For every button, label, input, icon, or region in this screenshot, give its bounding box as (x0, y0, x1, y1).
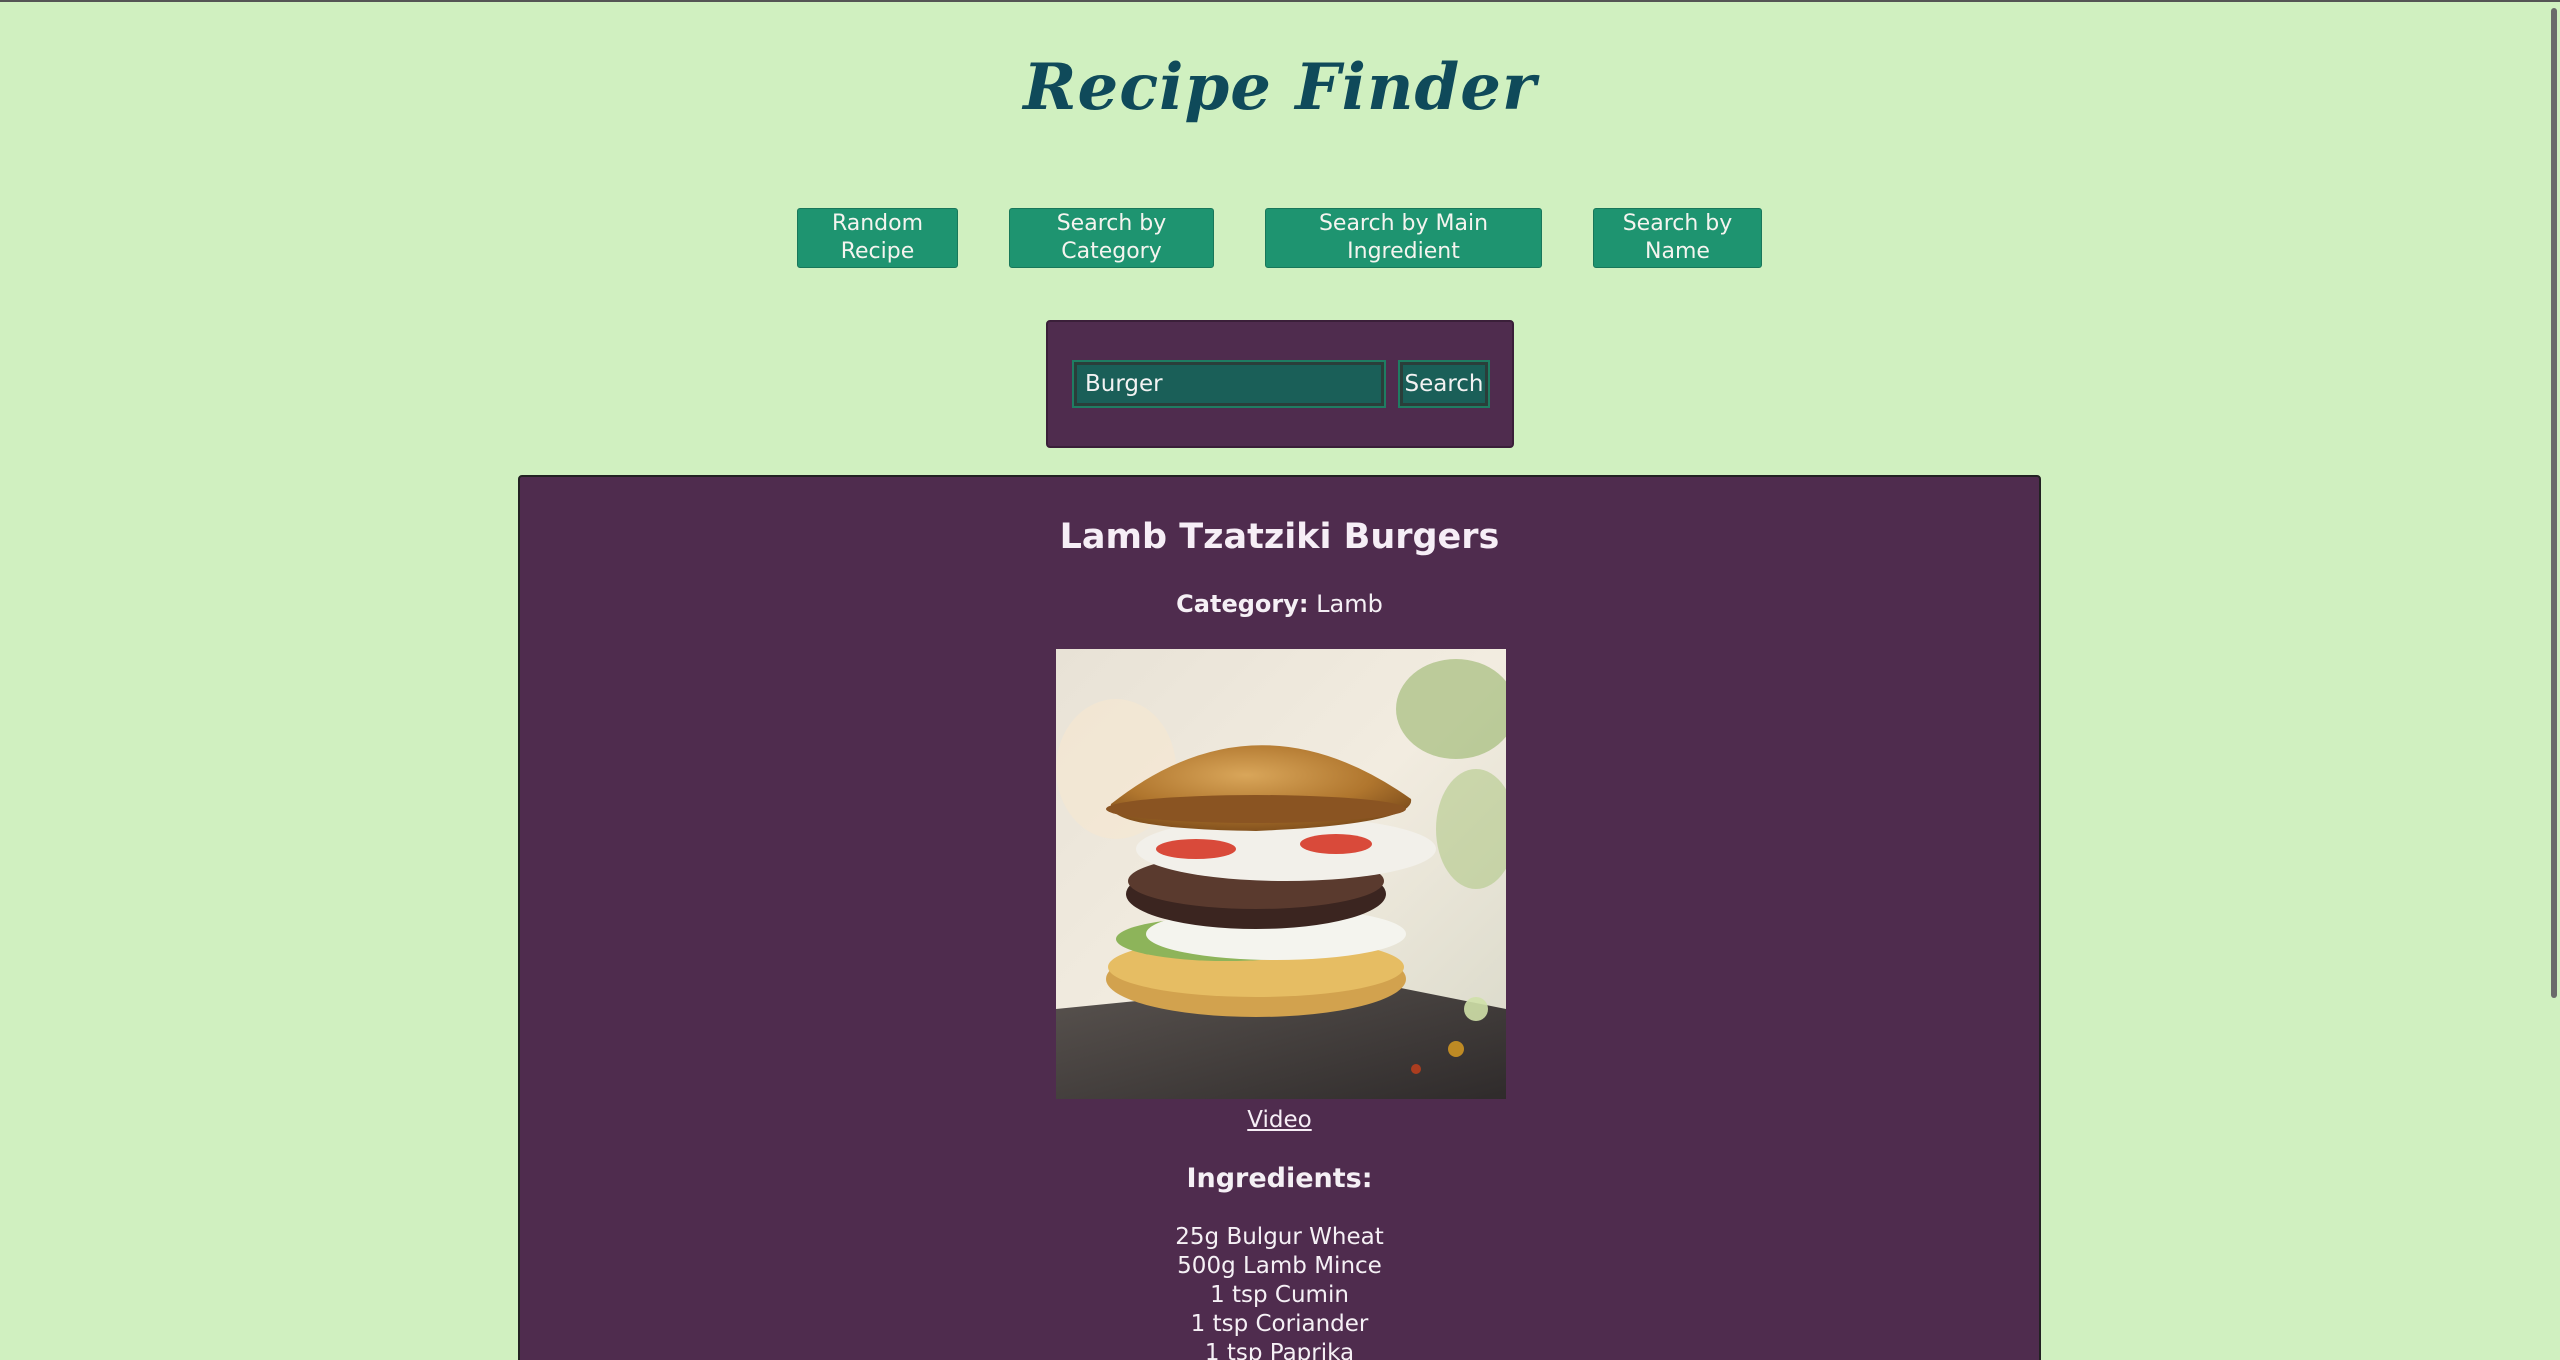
scrollbar-thumb[interactable] (2551, 8, 2557, 998)
ingredient-item: 1 tsp Coriander (1190, 1311, 1369, 1337)
ingredient-item: 25g Bulgur Wheat (1175, 1224, 1384, 1250)
ingredient-item: 1 tsp Paprika (1204, 1340, 1355, 1360)
ingredients-heading: Ingredients: (1186, 1163, 1373, 1194)
burger-image (1056, 649, 1506, 1099)
ingredient-item: 1 tsp Cumin (1210, 1282, 1349, 1308)
video-link[interactable]: Video (520, 1107, 2039, 1133)
random-recipe-button[interactable]: Random Recipe (797, 208, 958, 268)
search-by-name-button[interactable]: Search by Name (1593, 208, 1762, 268)
recipe-image (1056, 649, 1506, 1099)
search-panel: Burger Search (1046, 320, 1514, 448)
recipe-category: Category: Lamb (520, 590, 2039, 618)
app-title: Recipe Finder (1023, 50, 1537, 125)
search-input[interactable]: Burger (1072, 360, 1386, 408)
search-by-main-ingredient-button[interactable]: Search by Main Ingredient (1265, 208, 1542, 268)
page-scrollbar[interactable] (2548, 2, 2560, 1360)
page: Recipe Finder Random Recipe Search by Ca… (0, 2, 2548, 1360)
search-button[interactable]: Search (1398, 360, 1490, 408)
recipe-card: Lamb Tzatziki Burgers Category: Lamb Vid… (518, 475, 2041, 1360)
category-label: Category: (1176, 590, 1309, 618)
search-by-category-button[interactable]: Search by Category (1009, 208, 1214, 268)
ingredient-item: 500g Lamb Mince (1177, 1253, 1382, 1279)
ingredients-list: 25g Bulgur Wheat 500g Lamb Mince 1 tsp C… (520, 1223, 2039, 1360)
nav-bar: Random Recipe Search by Category Search … (0, 208, 2560, 270)
category-value: Lamb (1316, 590, 1383, 618)
recipe-title: Lamb Tzatziki Burgers (1059, 517, 1500, 557)
